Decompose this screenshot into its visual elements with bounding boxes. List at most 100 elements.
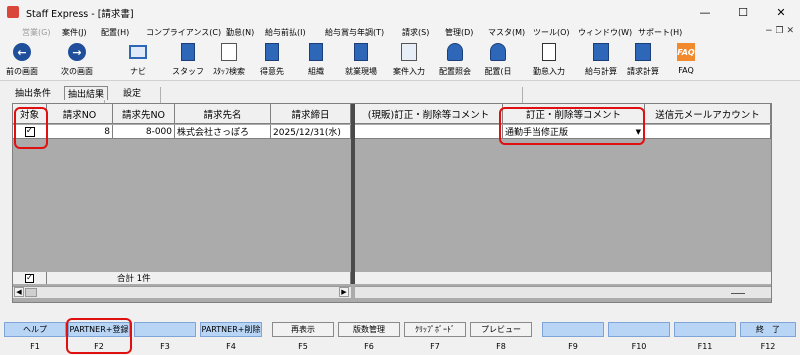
attendance-input-icon bbox=[542, 43, 556, 61]
staff-button[interactable]: スタッフ bbox=[170, 43, 206, 79]
payroll-calc-icon bbox=[593, 43, 609, 61]
partner-delete-button[interactable]: PARTNER+削除 bbox=[200, 322, 262, 337]
mdi-window-controls[interactable]: − ❐ ✕ bbox=[765, 26, 794, 36]
worksite-icon bbox=[354, 43, 368, 61]
forward-button[interactable]: → 次の画面 bbox=[54, 43, 100, 79]
menu-payroll[interactable]: 給与賞与年調(T) bbox=[325, 27, 384, 38]
tab-extract-results[interactable]: 抽出結果 bbox=[64, 86, 109, 100]
menu-tools[interactable]: ツール(O) bbox=[533, 27, 570, 38]
scroll-thumb[interactable] bbox=[25, 288, 37, 297]
header-invoice-no[interactable]: 請求NO bbox=[47, 104, 113, 124]
menu-sales[interactable]: 営業(G) bbox=[22, 27, 50, 38]
placement-daily-button[interactable]: 配置(日 bbox=[478, 43, 518, 79]
tab-extract-conditions[interactable]: 抽出条件 bbox=[12, 86, 54, 100]
staff-search-label: ｽﾀｯﾌ検索 bbox=[213, 67, 245, 76]
scroll-left-icon[interactable]: ◀ bbox=[14, 287, 24, 297]
f8-label: F8 bbox=[496, 342, 506, 351]
exit-button[interactable]: 終 了 bbox=[740, 322, 796, 337]
customer-button[interactable]: 得意先 bbox=[254, 43, 290, 79]
header-mail-account[interactable]: 送信元メールアカウント bbox=[645, 104, 771, 124]
f11-label: F11 bbox=[697, 342, 713, 351]
payroll-calc-label: 給与計算 bbox=[585, 67, 617, 76]
placement-inquiry-button[interactable]: 配置照会 bbox=[432, 43, 478, 79]
f9-label: F9 bbox=[568, 342, 578, 351]
version-management-button[interactable]: 版数管理 bbox=[338, 322, 400, 337]
row-current-comment[interactable] bbox=[355, 125, 503, 139]
payroll-calc-button[interactable]: 給与計算 bbox=[578, 43, 624, 79]
refresh-button[interactable]: 再表示 bbox=[272, 322, 334, 337]
header-current-comment[interactable]: (現販)訂正・削除等コメント bbox=[355, 104, 503, 124]
menu-case[interactable]: 案件(J) bbox=[62, 27, 87, 38]
footer-target-cell: ✓ bbox=[13, 272, 47, 284]
header-closing-date[interactable]: 請求締日 bbox=[271, 104, 351, 124]
f11-button[interactable] bbox=[674, 322, 736, 337]
minimize-button[interactable]: — bbox=[686, 0, 724, 24]
back-label: 前の画面 bbox=[6, 67, 38, 76]
billing-calc-label: 請求計算 bbox=[627, 67, 659, 76]
highlight-comment-column bbox=[499, 107, 645, 145]
menu-placement[interactable]: 配置(H) bbox=[101, 27, 129, 38]
menu-management[interactable]: 管理(D) bbox=[445, 27, 473, 38]
faq-button[interactable]: FAQ FAQ bbox=[668, 43, 704, 79]
f4-label: F4 bbox=[226, 342, 236, 351]
billing-calc-icon bbox=[635, 43, 651, 61]
case-input-button[interactable]: 案件入力 bbox=[386, 43, 432, 79]
scroll-grip bbox=[731, 293, 745, 294]
case-input-icon bbox=[401, 43, 417, 61]
billing-calc-button[interactable]: 請求計算 bbox=[620, 43, 666, 79]
preview-button[interactable]: プレビュー bbox=[470, 322, 532, 337]
f10-button[interactable] bbox=[608, 322, 670, 337]
footer-total: 合計 1件 bbox=[47, 272, 351, 284]
close-button[interactable]: ✕ bbox=[762, 0, 800, 24]
staff-search-icon bbox=[221, 43, 237, 61]
menu-support[interactable]: サポート(H) bbox=[638, 27, 682, 38]
header-customer-no[interactable]: 請求先NO bbox=[113, 104, 175, 124]
menu-compliance[interactable]: コンプライアンス(C) bbox=[146, 27, 221, 38]
staff-search-button[interactable]: ｽﾀｯﾌ検索 bbox=[206, 43, 252, 79]
right-horizontal-scrollbar[interactable] bbox=[355, 286, 771, 298]
menu-attendance[interactable]: 勤怠(N) bbox=[226, 27, 254, 38]
f9-button[interactable] bbox=[542, 322, 604, 337]
row-closing-date[interactable]: 2025/12/31(水) bbox=[271, 125, 351, 139]
faq-label: FAQ bbox=[678, 66, 694, 75]
attendance-input-button[interactable]: 勤怠入力 bbox=[526, 43, 572, 79]
toolbar: ← 前の画面 → 次の画面 ナビ スタッフ ｽﾀｯﾌ検索 得意先 組織 就業現場… bbox=[0, 41, 800, 115]
menu-master[interactable]: マスタ(M) bbox=[488, 27, 525, 38]
f7-label: F7 bbox=[430, 342, 440, 351]
navi-button[interactable]: ナビ bbox=[124, 43, 152, 79]
results-grid: 対象 請求NO 請求先NO 請求先名 請求締日 (現販)訂正・削除等コメント 訂… bbox=[12, 103, 772, 303]
back-button[interactable]: ← 前の画面 bbox=[2, 43, 42, 79]
tab-settings[interactable]: 設定 bbox=[120, 86, 144, 100]
row-customer-name[interactable]: 株式会社さっぽろ bbox=[175, 125, 271, 139]
placement-inquiry-label: 配置照会 bbox=[439, 67, 471, 76]
maximize-button[interactable]: ☐ bbox=[724, 0, 762, 24]
row-customer-no[interactable]: 8-000 bbox=[113, 125, 175, 139]
menu-advance-pay[interactable]: 給与前払(I) bbox=[265, 27, 306, 38]
case-input-label: 案件入力 bbox=[393, 67, 425, 76]
footer-checkbox[interactable]: ✓ bbox=[25, 273, 34, 283]
menu-window[interactable]: ウィンドウ(W) bbox=[578, 27, 632, 38]
clipboard-button[interactable]: ｸﾘｯﾌﾟﾎﾞｰﾄﾞ bbox=[404, 322, 466, 337]
footer-right bbox=[355, 272, 771, 284]
row-mail-account[interactable] bbox=[645, 125, 771, 139]
attendance-input-label: 勤怠入力 bbox=[533, 67, 565, 76]
placement-daily-label: 配置(日 bbox=[484, 67, 512, 76]
placement-inquiry-icon bbox=[447, 43, 463, 61]
f3-button[interactable] bbox=[134, 322, 196, 337]
f12-label: F12 bbox=[760, 342, 776, 351]
highlight-target-column bbox=[14, 107, 48, 149]
customer-label: 得意先 bbox=[260, 67, 284, 76]
worksite-button[interactable]: 就業現場 bbox=[338, 43, 384, 79]
menu-billing[interactable]: 請求(S) bbox=[402, 27, 429, 38]
help-button[interactable]: ヘルプ bbox=[4, 322, 66, 337]
organization-button[interactable]: 組織 bbox=[300, 43, 332, 79]
left-horizontal-scrollbar[interactable]: ◀ ▶ bbox=[13, 286, 351, 298]
header-customer-name[interactable]: 請求先名 bbox=[175, 104, 271, 124]
f10-label: F10 bbox=[631, 342, 647, 351]
organization-label: 組織 bbox=[308, 67, 324, 76]
navi-label: ナビ bbox=[130, 67, 146, 76]
row-invoice-no[interactable]: 8 bbox=[47, 125, 113, 139]
staff-icon bbox=[181, 43, 195, 61]
scroll-right-icon[interactable]: ▶ bbox=[339, 287, 349, 297]
placement-daily-icon bbox=[490, 43, 506, 61]
